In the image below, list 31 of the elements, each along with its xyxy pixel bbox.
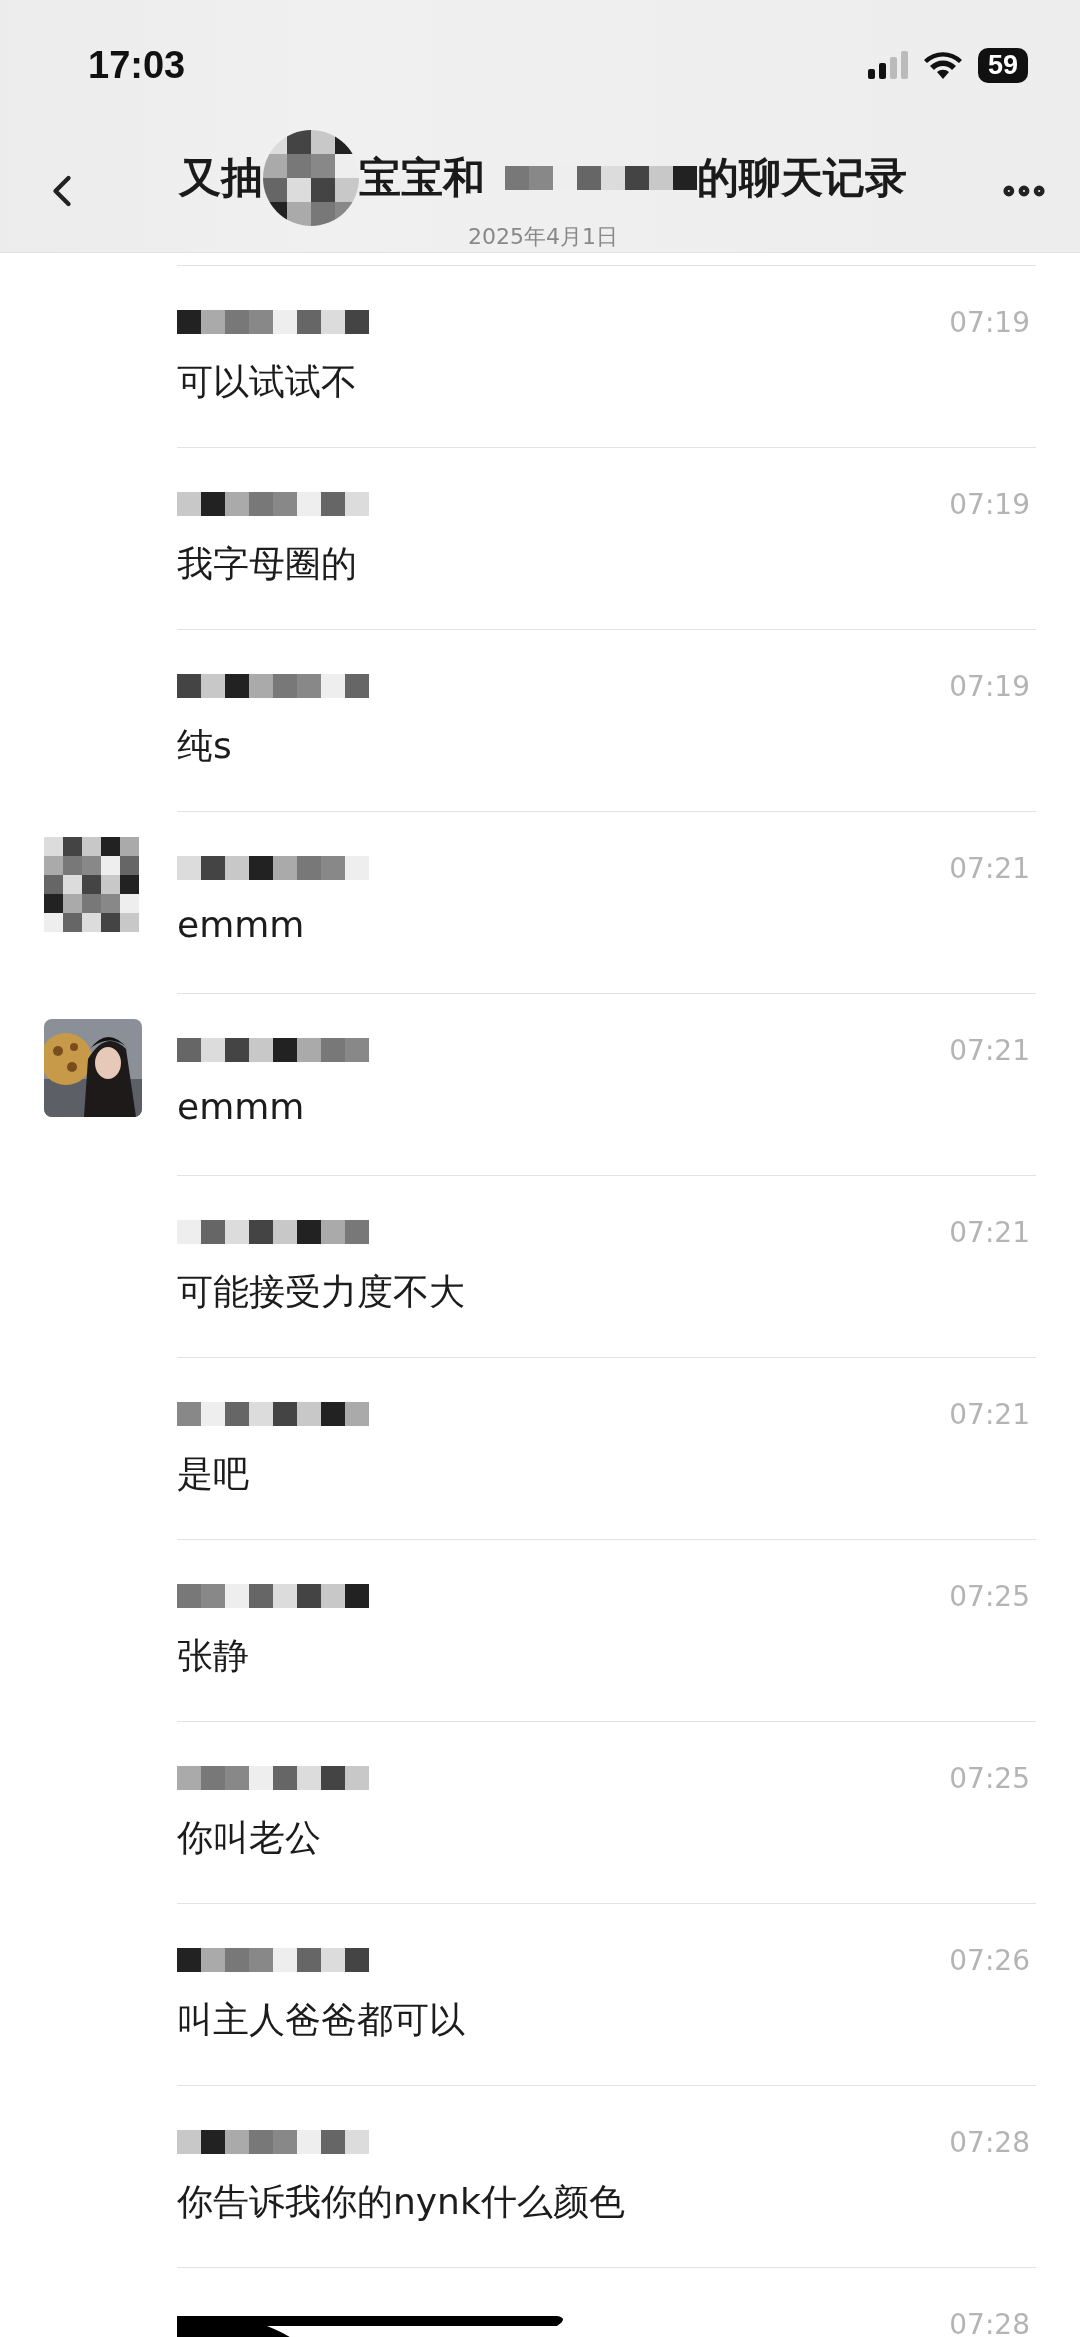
chat-title: 又抽 — [179, 152, 263, 204]
message-text: emmm — [177, 1086, 306, 1127]
battery-level: 59 — [977, 47, 1028, 83]
chat-title: 的聊天记录 — [697, 152, 907, 204]
wifi-icon — [923, 51, 962, 79]
message-text: 我字母圈的 — [177, 542, 358, 586]
signal-icon — [867, 51, 908, 79]
message-time: 07:21 — [949, 851, 1031, 885]
chat-date: 2025年4月1日 — [468, 223, 618, 251]
status-time: 17:03 — [88, 43, 186, 87]
message-text: 纯s — [177, 724, 233, 768]
message-text: 张静 — [177, 1634, 250, 1678]
message-text: 可能接受力度不大 — [177, 1270, 466, 1314]
message-text: 是吧 — [177, 1452, 250, 1496]
message-time: 07:21 — [949, 1397, 1031, 1431]
message-time: 07:25 — [949, 1579, 1031, 1613]
message-time: 07:19 — [949, 305, 1031, 339]
message-time: 07:19 — [949, 487, 1031, 521]
message-text: 你告诉我你的nynk什么颜色 — [177, 2180, 626, 2224]
message-text: 可以试试不 — [177, 360, 358, 404]
message-time: 07:28 — [949, 2307, 1031, 2337]
message-time: 07:26 — [949, 1943, 1031, 1977]
message-text: 你叫老公 — [177, 1816, 322, 1860]
message-time: 07:21 — [949, 1033, 1031, 1067]
message-time: 07:25 — [949, 1761, 1031, 1795]
chat-title: 宝宝和 — [359, 152, 485, 204]
message-text: 叫主人爸爸都可以 — [177, 1998, 466, 2042]
message-time: 07:28 — [949, 2125, 1031, 2159]
message-text: emmm — [177, 904, 306, 945]
message-time: 07:21 — [949, 1215, 1031, 1249]
message-time: 07:19 — [949, 669, 1031, 703]
